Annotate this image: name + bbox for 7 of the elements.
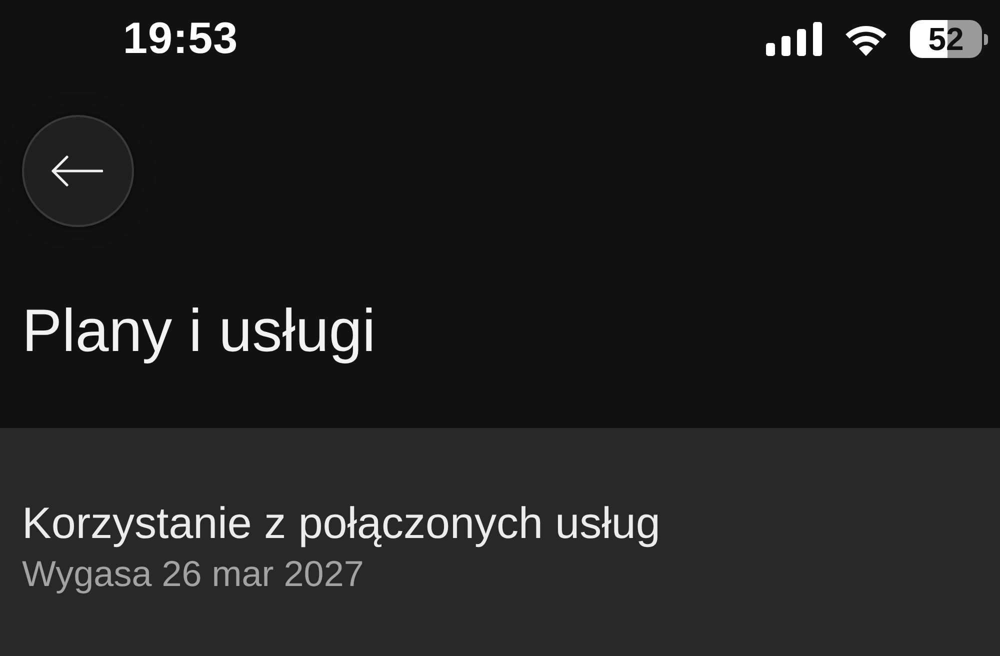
signal-icon xyxy=(766,22,822,56)
service-title: Korzystanie z połączonych usług xyxy=(22,498,660,550)
battery-indicator: 52 xyxy=(910,20,988,58)
service-expiry-text: Wygasa 26 mar 2027 xyxy=(22,552,364,596)
status-time: 19:53 xyxy=(123,14,238,64)
back-arrow-icon xyxy=(51,155,103,187)
page-title: Plany i usługi xyxy=(22,301,376,361)
